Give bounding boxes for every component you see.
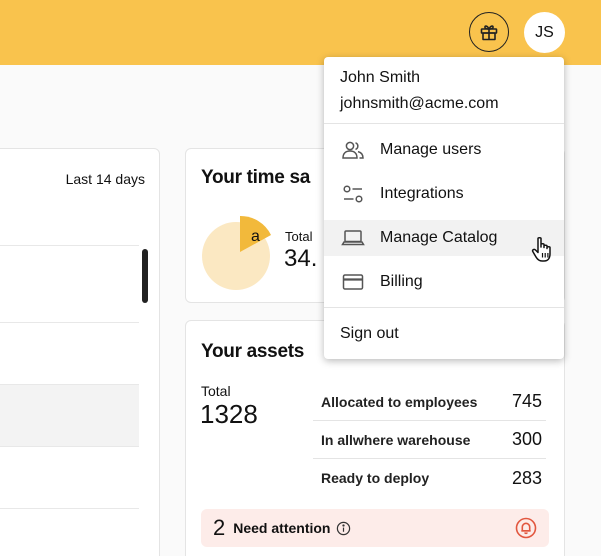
top-bar: JS <box>0 0 601 65</box>
time-saved-total-label: Total <box>285 229 313 244</box>
user-avatar-button[interactable]: JS <box>524 12 565 53</box>
hand-pointer-icon <box>531 237 551 262</box>
sign-out-button[interactable]: Sign out <box>340 325 399 343</box>
asset-row-label: Ready to deploy <box>321 470 430 486</box>
asset-row-label: Allocated to employees <box>321 393 478 410</box>
sliders-icon <box>341 183 365 205</box>
asset-row-value: 300 <box>511 429 542 449</box>
laptop-icon <box>341 227 365 249</box>
menu-item-manage-users[interactable]: Manage users <box>324 132 564 168</box>
menu-item-integrations[interactable]: Integrations <box>324 176 564 212</box>
menu-item-manage-catalog[interactable]: Manage Catalog <box>324 220 564 256</box>
need-attention-banner[interactable]: 2 Need attention <box>201 509 549 547</box>
avatar-initials: JS <box>535 23 554 41</box>
menu-item-billing[interactable]: Billing <box>324 264 564 300</box>
credit-card-icon <box>341 271 365 293</box>
asset-row-label: In allwhere warehouse <box>321 431 471 448</box>
menu-item-label: Billing <box>380 273 423 290</box>
time-saved-total-value: 34. <box>284 245 318 272</box>
user-email: johnsmith@acme.com <box>340 95 499 112</box>
asset-row-ready[interactable]: Ready to deploy 283 <box>313 459 546 497</box>
bell-icon[interactable] <box>515 517 537 539</box>
asset-row-warehouse[interactable]: In allwhere warehouse 300 <box>313 421 546 459</box>
list-item[interactable] <box>0 446 139 508</box>
date-range-selector[interactable]: Last 14 days <box>66 171 145 187</box>
activity-card: Last 14 days <box>0 148 160 556</box>
list-item[interactable] <box>0 508 139 556</box>
list-item[interactable] <box>0 322 139 384</box>
time-saved-pie-chart: a <box>202 215 271 290</box>
menu-item-label: Integrations <box>380 185 464 202</box>
gift-icon <box>480 25 498 41</box>
assets-total-value: 1328 <box>200 399 258 429</box>
pie-letter: a <box>251 228 260 245</box>
list-item[interactable] <box>0 384 139 446</box>
menu-item-label: Manage users <box>380 141 482 158</box>
menu-divider <box>324 307 564 308</box>
user-name: John Smith <box>340 69 421 86</box>
users-icon <box>341 139 365 161</box>
attention-label: Need attention <box>233 520 331 536</box>
scrollbar-thumb[interactable] <box>142 249 148 303</box>
assets-total-label: Total <box>201 383 231 399</box>
attention-count: 2 <box>213 515 226 540</box>
time-saved-title: Your time sa <box>201 167 311 188</box>
menu-item-label: Manage Catalog <box>380 229 498 246</box>
menu-divider <box>324 123 564 124</box>
gift-button[interactable] <box>469 12 509 52</box>
asset-row-value: 745 <box>511 391 542 411</box>
info-icon[interactable] <box>336 521 351 536</box>
asset-row-value: 283 <box>511 467 542 488</box>
asset-row-allocated[interactable]: Allocated to employees 745 <box>313 383 546 421</box>
assets-title: Your assets <box>201 341 305 362</box>
user-menu-dropdown: John Smith johnsmith@acme.com Manage use… <box>324 57 564 359</box>
list-item[interactable] <box>0 245 139 307</box>
